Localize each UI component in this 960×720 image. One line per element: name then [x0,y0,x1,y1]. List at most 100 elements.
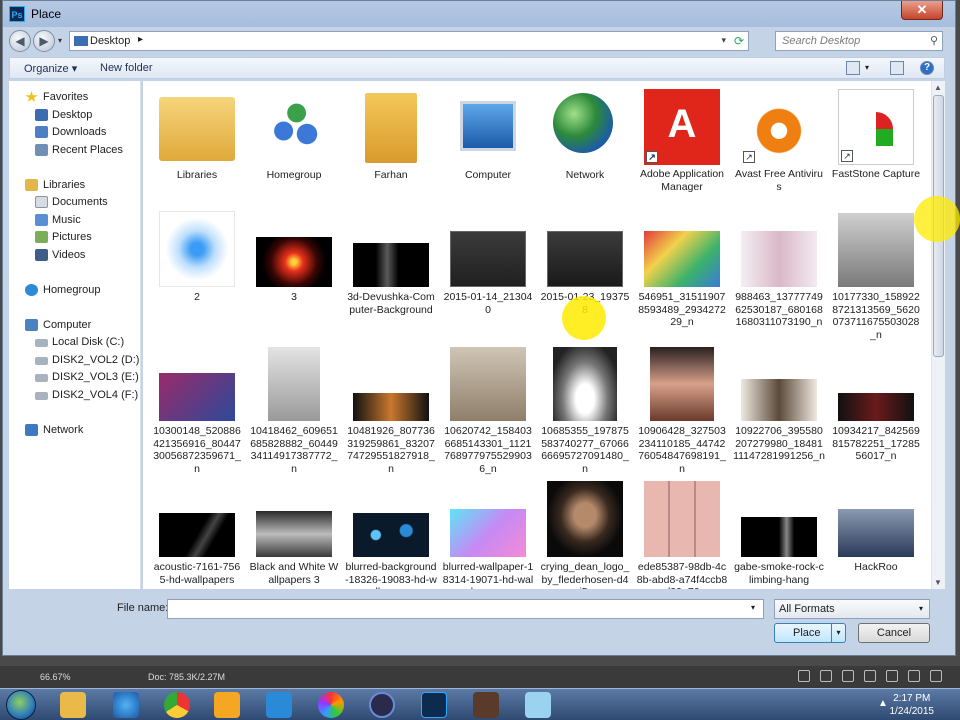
file-item[interactable]: 10922706_395580207279980_184811114728199… [733,343,825,473]
computer-icon [460,101,516,151]
nav-documents[interactable]: Documents [9,194,141,211]
file-item[interactable]: 10300148_520886421356916_804473005687235… [151,343,243,475]
file-item[interactable]: 3d-Devushka-Computer-Background [345,209,437,329]
downloads-icon [35,126,48,138]
nav-computer[interactable]: Computer [9,317,141,334]
file-name-input[interactable] [167,599,764,619]
file-item[interactable]: gabe-smoke-rock-climbing-hang [733,479,825,589]
file-item[interactable]: 988463_1377774962530187_6801681680311073… [733,209,825,329]
file-item[interactable]: Black and White Wallpapers 3 [248,479,340,589]
file-item[interactable]: 10177330_1589228721313569_56200737116755… [830,209,922,341]
nav-recent-places[interactable]: Recent Places [9,142,141,159]
file-item[interactable]: 10906428_327503234110185_447427605484769… [636,343,728,475]
shortcut-arrow-icon: ↗ [841,150,853,162]
file-item[interactable]: 2 [151,209,243,329]
nav-homegroup[interactable]: Homegroup [9,282,141,299]
file-item[interactable]: Computer [442,87,534,187]
snipping-tool-taskbar-icon[interactable] [525,692,551,718]
file-item[interactable]: ede85387-98db-4c8b-abd8-a74f4ccb8d29_76 [636,479,728,589]
nav-network[interactable]: Network [9,422,141,439]
nav-favorites[interactable]: Favorites [9,89,141,106]
nav-downloads[interactable]: Downloads [9,124,141,141]
file-item[interactable]: 2015-01-14_213040 [442,209,534,329]
file-item[interactable]: crying_dean_logo_by_flederhosen-d4nj5m [539,479,631,589]
file-name-dropdown-icon[interactable]: ▾ [751,603,755,612]
cancel-button[interactable]: Cancel [858,623,930,643]
address-bar[interactable]: Desktop ▸ ▾ ⟳ [69,31,749,51]
address-dropdown-icon[interactable]: ▾ [721,35,726,46]
file-list-scrollbar[interactable]: ▲ ▼ [931,81,945,589]
file-item[interactable]: Libraries [151,87,243,187]
nav-drive-e[interactable]: DISK2_VOL3 (E:) [9,369,141,386]
help-icon[interactable]: ? [920,61,934,75]
paint-taskbar-icon[interactable] [318,692,344,718]
nav-desktop[interactable]: Desktop [9,107,141,124]
file-item[interactable]: acoustic-7161-7565-hd-wallpapers [151,479,243,589]
file-item[interactable]: 3 [248,209,340,329]
image-thumbnail [741,231,817,287]
explorer-taskbar-icon[interactable] [60,692,86,718]
nav-videos[interactable]: Videos [9,247,141,264]
nav-pictures[interactable]: Pictures [9,229,141,246]
scroll-up-icon[interactable]: ▲ [934,83,942,92]
link-layers-icon[interactable] [798,670,810,682]
volume-icon[interactable]: ▲ [878,698,888,709]
file-list: Libraries Homegroup Farhan Computer Netw… [143,81,931,589]
breadcrumb-desktop[interactable]: Desktop [90,35,130,47]
search-icon[interactable]: ⚲ [930,34,938,47]
fx-icon[interactable] [820,670,832,682]
app-taskbar-icon[interactable] [473,692,499,718]
file-item[interactable]: HackRoo [830,479,922,589]
file-item[interactable]: ↗ Avast Free Antivirus [733,87,825,193]
chrome-taskbar-icon[interactable] [164,692,190,718]
file-item[interactable]: 10620742_1584036685143301_11217689779755… [442,343,534,475]
file-item[interactable]: 10418462_609651685828882_604493411491738… [248,343,340,475]
mask-icon[interactable] [842,670,854,682]
file-item[interactable]: Network [539,87,631,187]
group-icon[interactable] [886,670,898,682]
file-item[interactable]: 546951_315119078593489_293427229_n [636,209,728,329]
back-button[interactable]: ◀ [9,30,31,52]
zoom-level[interactable]: 66.67% [40,672,71,682]
teamviewer-taskbar-icon[interactable] [266,692,292,718]
new-folder-button[interactable]: New folder [100,62,153,74]
search-input[interactable]: Search Desktop ⚲ [775,31,943,51]
forward-button[interactable]: ▶ [33,30,55,52]
nav-drive-f[interactable]: DISK2_VOL4 (F:) [9,387,141,404]
nav-drive-d[interactable]: DISK2_VOL2 (D:) [9,352,141,369]
refresh-icon[interactable]: ⟳ [734,34,744,48]
file-item[interactable]: Farhan [345,87,437,187]
file-item[interactable]: 10934217_842569815782251_1728556017_n [830,343,922,473]
adjustment-icon[interactable] [864,670,876,682]
format-select[interactable]: All Formats ▾ [774,599,930,619]
recent-places-icon [35,144,48,156]
file-item[interactable]: ↗ FastStone Capture [830,87,922,187]
system-clock[interactable]: 2:17 PM 1/24/2015 [890,692,935,718]
file-item[interactable]: Homegroup [248,87,340,187]
start-button[interactable] [6,690,36,720]
organize-button[interactable]: Organize ▾ [24,62,77,75]
cinema4d-taskbar-icon[interactable] [369,692,395,718]
nav-libraries[interactable]: Libraries [9,177,141,194]
ie-taskbar-icon[interactable] [113,692,139,718]
file-item[interactable]: blurred-wallpaper-18314-19071-hd-wallpap… [442,479,534,589]
change-view-icon[interactable] [846,61,860,75]
place-button[interactable]: Place ▾ [774,623,846,643]
media-player-taskbar-icon[interactable] [214,692,240,718]
file-item[interactable]: 10685355_197875583740277_670666669572709… [539,343,631,475]
close-button[interactable]: ✕ [901,1,943,20]
file-item[interactable]: 10481926_807736319259861_832077472955182… [345,343,437,475]
view-dropdown-icon[interactable]: ▾ [865,63,869,72]
photoshop-taskbar-icon[interactable] [421,692,447,718]
file-item[interactable]: blurred-background-18326-19083-hd-wallpa… [345,479,437,589]
file-item[interactable]: A ↗ Adobe Application Manager [636,87,728,193]
place-split-dropdown-icon[interactable]: ▾ [831,624,845,642]
recent-locations-button[interactable]: ▾ [58,36,62,45]
new-layer-icon[interactable] [908,670,920,682]
trash-icon[interactable] [930,670,942,682]
preview-pane-icon[interactable] [890,61,904,75]
nav-drive-c[interactable]: Local Disk (C:) [9,334,141,351]
nav-music[interactable]: Music [9,212,141,229]
scroll-down-icon[interactable]: ▼ [934,578,942,587]
breadcrumb-arrow-icon[interactable]: ▸ [138,34,143,45]
